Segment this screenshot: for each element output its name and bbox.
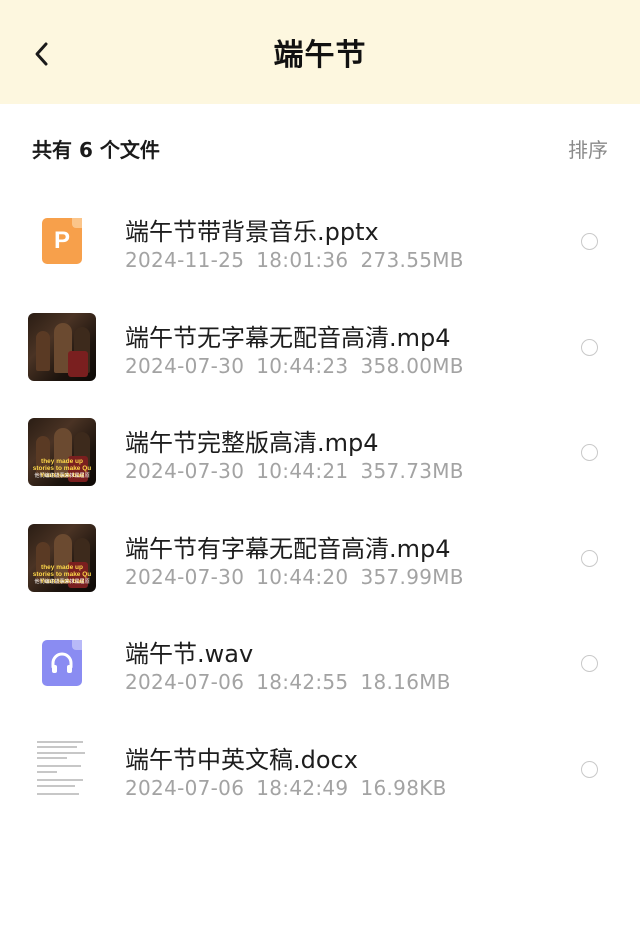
page-title: 端午节 [273, 38, 367, 73]
file-meta: 2024-07-30 10:44:20 357.99MB [125, 565, 464, 589]
file-row[interactable]: they made up stories to make Qu Yuan loo… [0, 505, 640, 611]
file-meta: 2024-07-30 10:44:23 358.00MB [125, 354, 464, 378]
file-list: P 端午节带背景音乐.pptx 2024-11-25 18:01:36 273.55… [0, 188, 640, 821]
file-size: 358.00MB [360, 353, 464, 378]
file-row[interactable]: they made up stories to make Qu Yuan loo… [0, 399, 640, 505]
file-thumbnail [28, 734, 96, 803]
video-thumbnail: they made up stories to make Qu Yuan loo… [28, 418, 96, 486]
video-thumbnail [28, 312, 96, 381]
file-date: 2024-07-06 [125, 670, 245, 694]
file-thumbnail [28, 312, 96, 381]
file-count-label: 共有 6 个文件 [32, 138, 160, 162]
file-time: 18:01:36 [256, 248, 349, 272]
ppt-icon-letter: P [53, 227, 70, 254]
ppt-icon: P [42, 218, 82, 264]
file-meta: 2024-07-06 18:42:55 18.16MB [125, 670, 451, 694]
file-meta: 2024-07-30 10:44:21 357.73MB [125, 459, 464, 483]
document-thumbnail [33, 734, 91, 803]
file-name: 端午节无字幕无配音高清.mp4 [125, 323, 451, 352]
file-thumbnail: P [28, 207, 96, 275]
audio-icon [42, 640, 82, 686]
thumbnail-subcaption: 他们编造故事来抹黑屈原 [34, 473, 90, 479]
file-row[interactable]: 端午节中英文稿.docx 2024-07-06 18:42:49 16.98KB [0, 716, 640, 822]
file-size: 357.99MB [360, 564, 464, 589]
file-meta: 2024-07-06 18:42:49 16.98KB [125, 776, 447, 800]
video-thumbnail: they made up stories to make Qu Yuan loo… [28, 523, 96, 592]
file-thumbnail [28, 629, 96, 697]
select-radio[interactable] [581, 338, 598, 356]
file-name: 端午节中英文稿.docx [125, 745, 358, 774]
select-radio[interactable] [581, 655, 598, 672]
file-date: 2024-07-06 [125, 775, 245, 800]
file-meta: 2024-11-25 18:01:36 273.55MB [125, 248, 464, 272]
list-toolbar: 共有 6 个文件 排序 [0, 104, 640, 188]
file-date: 2024-11-25 [125, 248, 245, 272]
select-radio[interactable] [581, 760, 598, 778]
file-name: 端午节有字幕无配音高清.mp4 [125, 534, 451, 563]
file-thumbnail: they made up stories to make Qu Yuan loo… [28, 523, 96, 592]
file-time: 18:42:49 [256, 775, 349, 800]
top-bar: 端午节 [0, 0, 640, 104]
file-time: 18:42:55 [256, 670, 349, 694]
file-size: 18.16MB [360, 670, 451, 694]
file-time: 10:44:20 [256, 564, 349, 589]
file-date: 2024-07-30 [125, 459, 245, 483]
file-row[interactable]: 端午节.wav 2024-07-06 18:42:55 18.16MB [0, 610, 640, 716]
file-size: 273.55MB [360, 248, 464, 272]
file-row[interactable]: P 端午节带背景音乐.pptx 2024-11-25 18:01:36 273.55… [0, 188, 640, 294]
sort-button[interactable]: 排序 [568, 134, 608, 163]
file-row[interactable]: 端午节无字幕无配音高清.mp4 2024-07-30 10:44:23 358.00… [0, 294, 640, 400]
file-time: 10:44:23 [256, 353, 349, 378]
file-time: 10:44:21 [256, 459, 349, 483]
select-radio[interactable] [581, 233, 598, 250]
select-radio[interactable] [581, 444, 598, 461]
file-size: 16.98KB [360, 775, 447, 800]
file-size: 357.73MB [360, 459, 464, 483]
file-name: 端午节完整版高清.mp4 [125, 429, 379, 457]
file-name: 端午节带背景音乐.pptx [125, 218, 379, 246]
file-date: 2024-07-30 [125, 353, 245, 378]
headphones-icon [51, 652, 73, 673]
file-date: 2024-07-30 [125, 564, 245, 589]
file-name: 端午节.wav [125, 640, 254, 668]
file-thumbnail: they made up stories to make Qu Yuan loo… [28, 418, 96, 486]
thumbnail-subcaption: 他们编造故事来抹黑屈原 [34, 578, 90, 585]
select-radio[interactable] [581, 549, 598, 567]
